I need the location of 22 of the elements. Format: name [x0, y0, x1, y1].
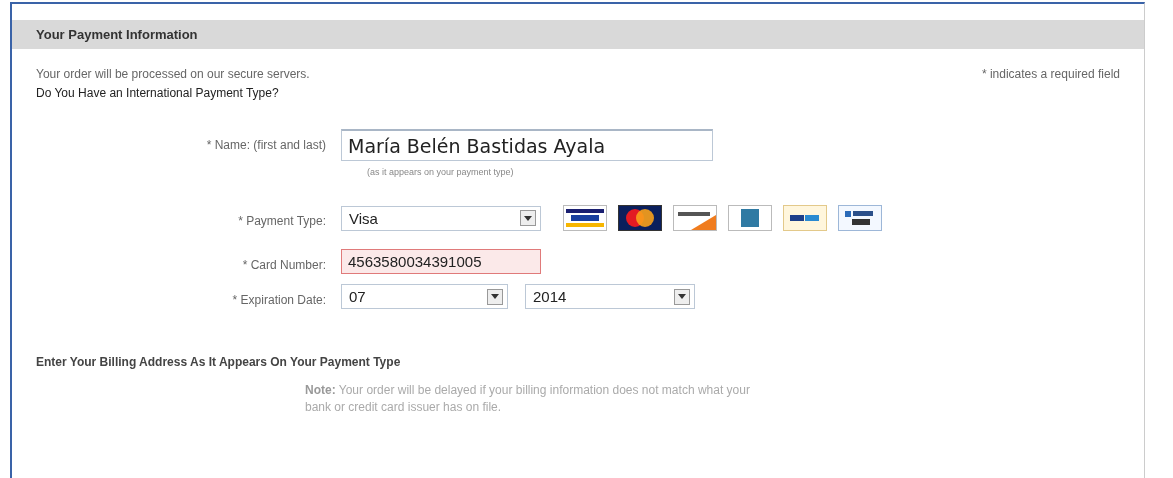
billing-note: Note: Your order will be delayed if your billing information does not match what your bank or credit card issuer has on file. — [305, 382, 751, 416]
dropdown[interactable]: 07 — [341, 284, 508, 309]
card-logo-icon — [618, 205, 662, 231]
field-label: * Card Number: — [241, 257, 326, 272]
billing-heading: Enter Your Billing Address As It Appears On Your Payment Type — [36, 355, 402, 369]
card-logo-icon — [783, 205, 827, 231]
intro-text: Your order will be processed on our secure servers. — [36, 67, 310, 81]
card-logo-icon — [838, 205, 882, 231]
dropdown[interactable]: 2014 — [525, 284, 695, 309]
required-note: * indicates a required field — [981, 67, 1120, 81]
dropdown[interactable]: Visa — [341, 205, 541, 231]
text-field[interactable]: 4563580034391005 — [341, 249, 541, 274]
text-field[interactable]: María Belén Bastidas Ayala — [341, 129, 713, 161]
card-logo-icon — [563, 205, 607, 231]
field-label: * Expiration Date: — [231, 292, 326, 307]
card-logo-icon — [673, 205, 717, 231]
international-link[interactable]: Do You Have an International Payment Type? — [36, 86, 279, 100]
card-logo-icon — [728, 205, 772, 231]
field-label: * Payment Type: — [237, 213, 326, 228]
field-hint: (as it appears on your payment type) — [367, 167, 514, 177]
section-header: Your Payment Information — [12, 20, 1144, 49]
field-label: * Name: (first and last) — [205, 137, 326, 152]
